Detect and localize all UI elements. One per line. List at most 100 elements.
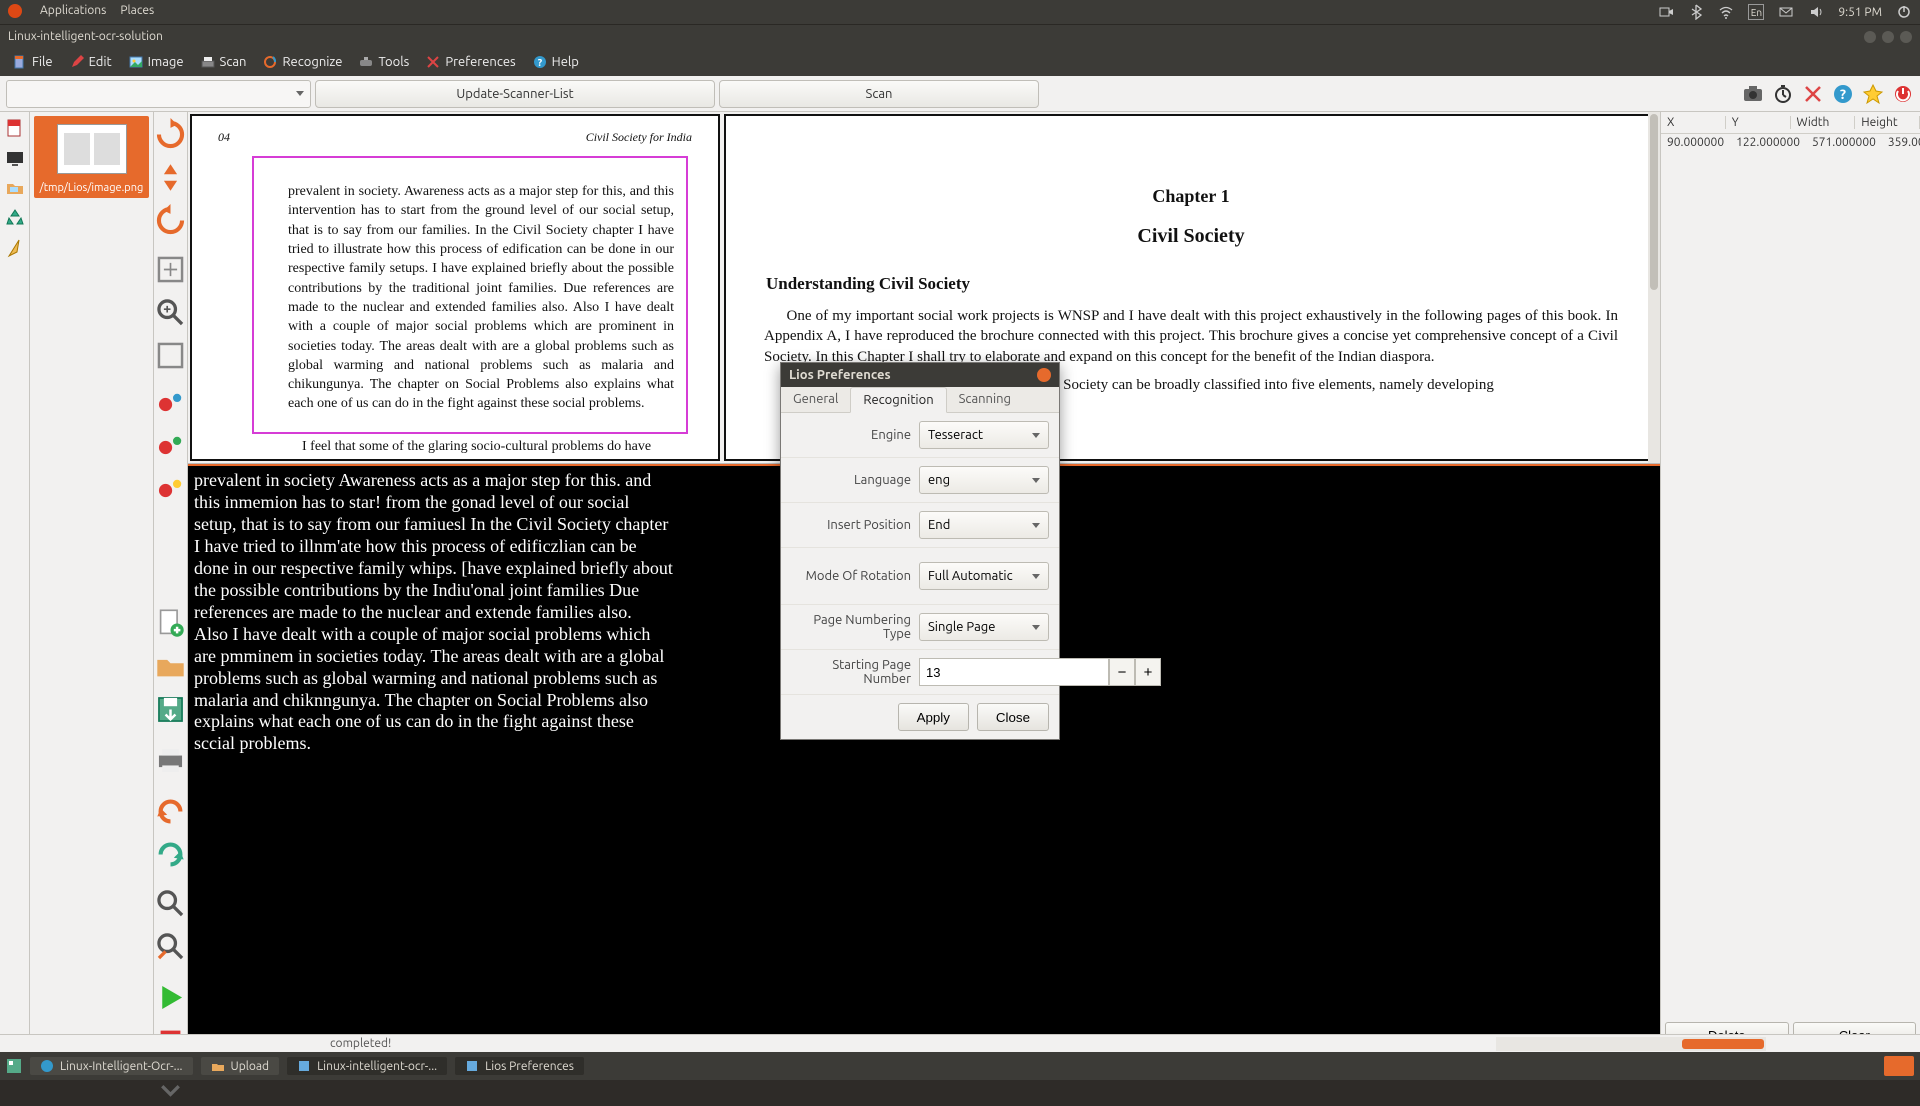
menu-help[interactable]: ?Help: [526, 52, 585, 72]
save-icon[interactable]: [154, 693, 187, 726]
status-bar: completed!: [0, 1034, 1920, 1052]
menu-image[interactable]: Image: [122, 52, 190, 72]
menu-file[interactable]: File: [6, 52, 59, 72]
rotation-select[interactable]: Full Automatic: [919, 562, 1049, 590]
toolbar: Update-Scanner-List Scan ?: [0, 76, 1920, 112]
folder-images-icon[interactable]: [5, 178, 25, 198]
col-w[interactable]: Width: [1791, 116, 1856, 129]
zoom-original-icon[interactable]: [154, 339, 187, 372]
col-y[interactable]: Y: [1726, 116, 1791, 129]
task-lios-main[interactable]: Linux-intelligent-ocr-...: [287, 1057, 447, 1075]
task-lios-help[interactable]: Linux-Intelligent-Ocr-...: [30, 1057, 193, 1075]
quit-icon[interactable]: [1892, 83, 1914, 105]
find-icon[interactable]: [154, 887, 187, 920]
insert-position-select[interactable]: End: [919, 511, 1049, 539]
mark-green-icon[interactable]: [154, 431, 187, 464]
col-h[interactable]: Height: [1855, 116, 1920, 129]
window-titlebar: Linux-intelligent-ocr-solution: [0, 24, 1920, 48]
dialog-titlebar[interactable]: Lios Preferences: [781, 363, 1059, 387]
wifi-icon[interactable]: [1718, 4, 1734, 20]
flip-vertical-icon[interactable]: [154, 161, 187, 194]
scan-button[interactable]: Scan: [719, 80, 1039, 108]
start-page-input[interactable]: [919, 658, 1109, 686]
screen-recorder-icon[interactable]: [1658, 4, 1674, 20]
print-icon[interactable]: [154, 744, 187, 777]
clock[interactable]: 9:51 PM: [1838, 6, 1882, 19]
power-icon[interactable]: [1896, 4, 1912, 20]
window-title: Linux-intelligent-ocr-solution: [8, 30, 163, 43]
cell-h: 359.000000: [1882, 134, 1920, 151]
dialog-close-icon[interactable]: [1037, 368, 1051, 382]
tools-icon[interactable]: [1802, 83, 1824, 105]
mail-icon[interactable]: [1778, 4, 1794, 20]
task-lios-preferences[interactable]: Lios Preferences: [455, 1057, 584, 1075]
col-x[interactable]: X: [1661, 116, 1726, 129]
rotate-left-icon[interactable]: [154, 204, 187, 237]
applications-menu[interactable]: Applications: [40, 4, 106, 21]
workspace-switcher[interactable]: [1884, 1056, 1914, 1076]
page-number: 04: [218, 130, 230, 145]
language-select[interactable]: eng: [919, 466, 1049, 494]
open-folder-icon[interactable]: [154, 650, 187, 683]
page-left: 04Civil Society for India prevalent in s…: [190, 114, 720, 461]
minimize-button[interactable]: [1864, 31, 1876, 43]
apply-button[interactable]: Apply: [898, 703, 969, 731]
keyboard-indicator[interactable]: En: [1748, 4, 1764, 20]
status-message: completed!: [330, 1037, 391, 1050]
recycle-icon[interactable]: [5, 208, 25, 228]
row-rotation: Mode Of Rotation Full Automatic: [781, 548, 1059, 605]
zoom-fit-icon[interactable]: [154, 253, 187, 286]
menu-scan[interactable]: Scan: [194, 52, 253, 72]
redo-icon[interactable]: [154, 838, 187, 871]
broom-icon[interactable]: [5, 238, 25, 258]
update-scanner-list-button[interactable]: Update-Scanner-List: [315, 80, 715, 108]
pdf-icon[interactable]: [5, 118, 25, 138]
row-engine: Engine Tesseract: [781, 413, 1059, 458]
star-icon[interactable]: [1862, 83, 1884, 105]
scanner-combo[interactable]: [6, 80, 311, 108]
mark-yellow-icon[interactable]: [154, 474, 187, 507]
preview-scrollbar-vertical[interactable]: [1648, 112, 1660, 463]
undo-icon[interactable]: [154, 795, 187, 828]
help-icon[interactable]: ?: [1832, 83, 1854, 105]
status-scrollbar[interactable]: [1496, 1037, 1766, 1051]
menu-recognize[interactable]: Recognize: [256, 52, 348, 72]
tab-general[interactable]: General: [781, 387, 850, 412]
new-page-icon[interactable]: [154, 607, 187, 640]
regions-grid-row[interactable]: 90.000000 122.000000 571.000000 359.0000…: [1661, 134, 1920, 151]
menubar: File Edit Image Scan Recognize Tools Pre…: [0, 48, 1920, 76]
find-replace-icon[interactable]: [154, 930, 187, 963]
engine-select[interactable]: Tesseract: [919, 421, 1049, 449]
numbering-select[interactable]: Single Page: [919, 613, 1049, 641]
tab-recognition[interactable]: Recognition: [850, 387, 946, 413]
close-dialog-button[interactable]: Close: [977, 703, 1049, 731]
show-desktop-icon[interactable]: [6, 1058, 22, 1074]
left-toolbar-2: [154, 112, 188, 1052]
rotate-right-icon[interactable]: [154, 118, 187, 151]
section-title: Understanding Civil Society: [766, 274, 1656, 294]
maximize-button[interactable]: [1882, 31, 1894, 43]
timer-icon[interactable]: [1772, 83, 1794, 105]
menu-tools[interactable]: Tools: [352, 52, 415, 72]
page-left-tail: I feel that some of the glaring socio-cu…: [302, 439, 674, 455]
volume-icon[interactable]: [1808, 4, 1824, 20]
mark-red-icon[interactable]: [154, 388, 187, 421]
image-thumbnail[interactable]: /tmp/Lios/image.png: [34, 116, 149, 198]
tab-scanning[interactable]: Scanning: [947, 387, 1023, 412]
places-menu[interactable]: Places: [120, 4, 154, 21]
play-icon[interactable]: [154, 981, 187, 1014]
bluetooth-icon[interactable]: [1688, 4, 1704, 20]
task-upload[interactable]: Upload: [201, 1057, 280, 1075]
close-button[interactable]: [1900, 31, 1912, 43]
zoom-in-icon[interactable]: [154, 296, 187, 329]
screen-icon[interactable]: [5, 148, 25, 168]
camera-icon[interactable]: [1742, 83, 1764, 105]
spinner-minus[interactable]: −: [1109, 658, 1135, 686]
dialog-tabs: General Recognition Scanning: [781, 387, 1059, 413]
ubuntu-logo-icon[interactable]: [8, 4, 26, 21]
spinner-plus[interactable]: +: [1135, 658, 1161, 686]
menu-preferences[interactable]: Preferences: [419, 52, 521, 72]
menu-edit[interactable]: Edit: [63, 52, 118, 72]
language-label: Language: [791, 473, 911, 487]
dialog-title: Lios Preferences: [789, 368, 891, 382]
